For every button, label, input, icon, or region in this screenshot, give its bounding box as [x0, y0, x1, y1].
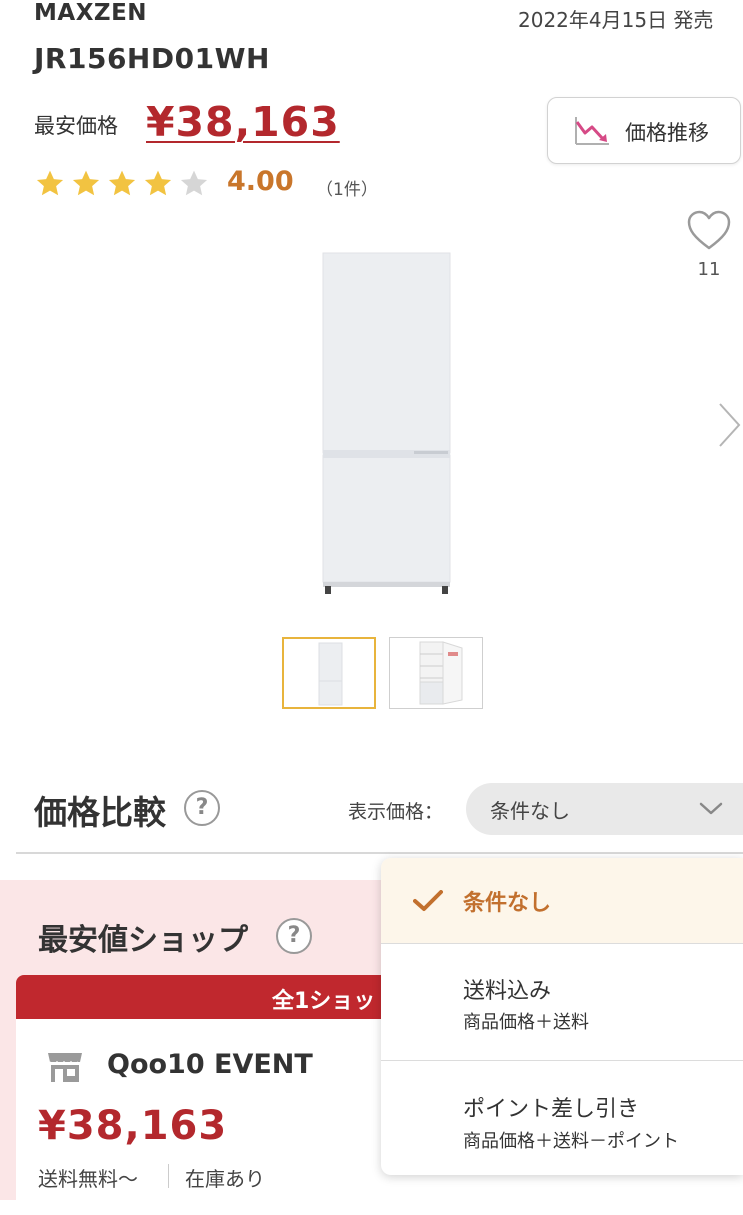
star-empty-icon: [180, 170, 208, 196]
thumbnail-open-door[interactable]: [389, 637, 483, 709]
display-price-label: 表示価格：: [348, 801, 444, 823]
price-trend-chart-icon: [573, 114, 613, 152]
rating-value: 4.00: [227, 166, 294, 197]
option-title: ポイント差し引き: [463, 1097, 640, 1122]
help-icon[interactable]: ?: [276, 918, 312, 954]
option-subtitle: 商品価格＋送料: [463, 1012, 589, 1033]
product-model: JR156HD01WH: [34, 42, 270, 75]
shop-price: ¥38,163: [38, 1103, 228, 1149]
release-date: 2022年4月15日 発売: [518, 8, 714, 32]
price-trend-label: 価格推移: [625, 121, 709, 145]
option-title: 条件なし: [463, 891, 552, 916]
rating-stars: [34, 168, 210, 200]
min-price[interactable]: ¥38,163: [146, 98, 340, 146]
star-filled-icon: [108, 170, 136, 196]
min-price-label: 最安価格: [34, 114, 118, 138]
chevron-right-icon[interactable]: [716, 402, 742, 452]
cheapest-shop-title: 最安値ショップ: [38, 923, 248, 958]
favorite-heart-icon[interactable]: [686, 210, 732, 256]
chevron-down-icon: [699, 801, 723, 821]
help-icon[interactable]: ?: [184, 790, 220, 826]
star-filled-icon: [144, 170, 172, 196]
checkmark-icon: [413, 890, 443, 916]
product-image-refrigerator: [322, 252, 452, 597]
brand-name: MAXZEN: [34, 0, 148, 26]
option-no-condition[interactable]: 条件なし: [381, 858, 743, 944]
display-price-dropdown: 条件なし 送料込み 商品価格＋送料 ポイント差し引き 商品価格＋送料－ポイント: [381, 858, 743, 1175]
display-price-selected: 条件なし: [490, 799, 570, 823]
price-compare-title: 価格比較: [34, 793, 166, 832]
stock-status: 在庫あり: [185, 1167, 265, 1191]
price-trend-button[interactable]: 価格推移: [547, 97, 741, 164]
favorite-count: 11: [697, 259, 721, 280]
store-icon: [46, 1050, 84, 1088]
option-title: 送料込み: [463, 979, 552, 1004]
divider: [16, 852, 743, 854]
shop-name[interactable]: Qoo10 EVENT: [107, 1049, 313, 1080]
display-price-select[interactable]: 条件なし: [466, 783, 743, 835]
shop-count-label: 全1ショッ: [272, 989, 376, 1014]
star-filled-icon: [36, 170, 64, 196]
option-subtitle: 商品価格＋送料－ポイント: [463, 1131, 679, 1152]
thumbnail-front[interactable]: [282, 637, 376, 709]
review-count[interactable]: （1件）: [316, 175, 378, 200]
option-points-deducted[interactable]: ポイント差し引き 商品価格＋送料－ポイント: [381, 1061, 743, 1175]
option-with-shipping[interactable]: 送料込み 商品価格＋送料: [381, 944, 743, 1061]
divider: [168, 1164, 169, 1188]
shipping-info: 送料無料〜: [38, 1167, 138, 1191]
star-filled-icon: [72, 170, 100, 196]
